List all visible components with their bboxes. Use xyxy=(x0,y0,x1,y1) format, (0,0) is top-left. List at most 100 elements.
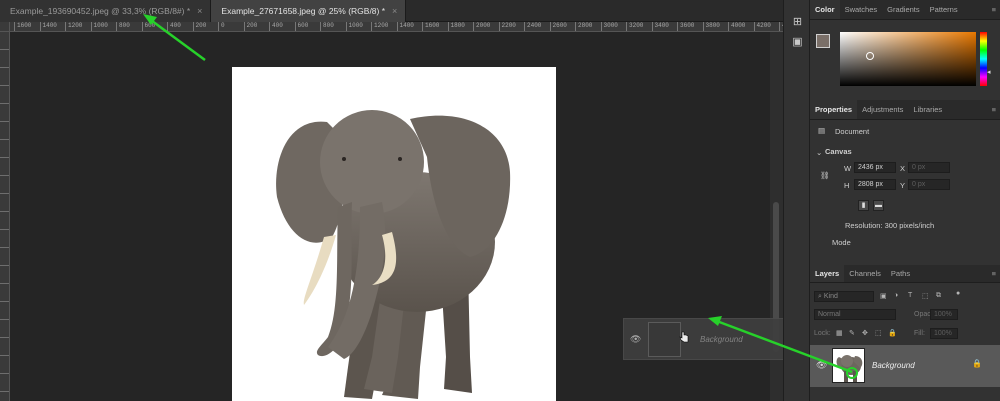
tab-properties[interactable]: Properties xyxy=(810,100,858,119)
tab-paths[interactable]: Paths xyxy=(886,265,915,282)
filter-type-icon[interactable]: T xyxy=(908,292,912,299)
ruler-origin[interactable] xyxy=(0,22,10,32)
ruler-tick-label: 2000 xyxy=(473,22,490,31)
hue-slider-handle[interactable]: ◂ xyxy=(987,68,991,76)
color-picker-field[interactable] xyxy=(840,32,976,86)
ruler-tick-label: 4200 xyxy=(753,22,771,31)
layer-thumbnail-ghost xyxy=(648,322,681,357)
color-picker-ring[interactable] xyxy=(866,52,874,60)
doc-tab-2[interactable]: Example_27671658.jpeg @ 25% (RGB/8) * × xyxy=(211,0,407,22)
lock-icon[interactable]: 🔒 xyxy=(972,359,982,368)
filter-toggle-icon[interactable]: ● xyxy=(956,290,960,297)
tab-color[interactable]: Color xyxy=(810,0,840,19)
lock-artboard-icon[interactable]: ⬚ xyxy=(875,329,882,337)
color-panel: ◂ xyxy=(810,20,1000,98)
layer-name[interactable]: Background xyxy=(872,361,915,370)
layers-panel: Layers Channels Paths ≡ ⌕ Kind ▣ ◑ T ⬚ ⧉… xyxy=(810,265,1000,401)
ruler-tick-label: 400 xyxy=(167,22,181,31)
x-label: X xyxy=(900,164,906,173)
properties-panel: Properties Adjustments Libraries ≡ ▤ Doc… xyxy=(810,100,1000,262)
dragged-layer-name: Background xyxy=(700,335,743,344)
ruler-tick-label: 1000 xyxy=(90,22,108,31)
blend-mode-select[interactable]: Normal xyxy=(814,309,896,320)
panel-menu-icon[interactable]: ≡ xyxy=(988,265,1000,282)
document-icon: ▤ xyxy=(818,126,826,135)
width-field[interactable]: 2436 px xyxy=(854,162,896,173)
ruler-tick-label: 3600 xyxy=(677,22,694,31)
x-field[interactable]: 0 px xyxy=(908,162,950,173)
portrait-orientation-icon[interactable]: ▮ xyxy=(858,200,869,211)
ruler-tick-label: 2200 xyxy=(498,22,516,31)
ruler-tick-label: 600 xyxy=(294,22,308,31)
doc-tab-1-label: Example_193690452.jpeg @ 33,3% (RGB/8#) … xyxy=(10,6,191,16)
ruler-tick-label: 3400 xyxy=(651,22,669,31)
landscape-orientation-icon[interactable]: ▬ xyxy=(873,200,884,211)
ruler-tick-label: 1000 xyxy=(345,22,363,31)
layer-filter-label: Kind xyxy=(823,293,838,300)
document-tab-bar: Example_193690452.jpeg @ 33,3% (RGB/8#) … xyxy=(0,0,783,22)
hue-slider[interactable] xyxy=(980,32,987,86)
doc-tab-2-label: Example_27671658.jpeg @ 25% (RGB/8) * xyxy=(221,6,386,16)
panel-menu-icon[interactable]: ≡ xyxy=(988,100,1000,119)
fill-field[interactable]: 100% xyxy=(930,328,958,339)
ruler-tick-label: 1400 xyxy=(396,22,414,31)
ruler-tick-label: 200 xyxy=(192,22,206,31)
color-panel-tabs: Color Swatches Gradients Patterns ≡ xyxy=(810,0,1000,20)
chevron-down-icon[interactable]: ⌄ xyxy=(816,148,822,157)
ruler-tick-label: 400 xyxy=(269,22,283,31)
ruler-tick-label: 2800 xyxy=(575,22,592,31)
close-icon[interactable]: × xyxy=(197,6,202,16)
ruler-tick-label: 2600 xyxy=(549,22,567,31)
ruler-tick-label: 800 xyxy=(116,22,130,31)
eye-icon[interactable]: 👁 xyxy=(816,360,827,371)
elephant-thumbnail-icon xyxy=(836,355,863,382)
properties-panel-tabs: Properties Adjustments Libraries ≡ xyxy=(810,100,1000,120)
lock-image-icon[interactable]: ✎ xyxy=(849,329,855,337)
foreground-color-swatch[interactable] xyxy=(816,34,830,48)
width-label: W xyxy=(844,164,852,173)
lock-label: Lock: xyxy=(814,330,831,337)
link-icon[interactable]: ⛓ xyxy=(820,171,830,180)
ruler-tick-label: 1600 xyxy=(422,22,439,31)
filter-adjustment-icon[interactable]: ◑ xyxy=(894,292,898,299)
close-icon[interactable]: × xyxy=(392,6,397,16)
filter-pixel-icon[interactable]: ▣ xyxy=(880,292,887,300)
lock-transparent-icon[interactable]: ▦ xyxy=(836,329,843,337)
lock-position-icon[interactable]: ✥ xyxy=(862,329,868,337)
y-field[interactable]: 0 px xyxy=(908,179,950,190)
panel-tool-strip: ⊞ ▣ xyxy=(783,0,810,401)
tab-channels[interactable]: Channels xyxy=(844,265,886,282)
horizontal-ruler[interactable]: 1600 1400 1200 1000 800 600 400 200 0 200 400 600 80… xyxy=(10,22,783,32)
tab-gradients[interactable]: Gradients xyxy=(882,0,925,19)
filter-shape-icon[interactable]: ⬚ xyxy=(922,292,929,300)
panel-menu-icon[interactable]: ≡ xyxy=(988,0,1000,19)
layers-panel-tabs: Layers Channels Paths ≡ xyxy=(810,265,1000,283)
history-icon[interactable]: ⊞ xyxy=(789,14,806,31)
tab-patterns[interactable]: Patterns xyxy=(925,0,963,19)
right-panel-dock: Color Swatches Gradients Patterns ≡ ◂ Pr… xyxy=(810,0,1000,401)
tab-swatches[interactable]: Swatches xyxy=(840,0,883,19)
resolution-text: Resolution: 300 pixels/inch xyxy=(845,221,935,230)
ruler-tick-label: 0 xyxy=(218,22,225,31)
mode-label: Mode xyxy=(832,238,851,247)
document-canvas[interactable] xyxy=(232,67,556,401)
tab-adjustments[interactable]: Adjustments xyxy=(857,100,908,119)
vertical-ruler[interactable] xyxy=(0,32,10,401)
filter-smart-icon[interactable]: ⧉ xyxy=(936,292,941,300)
canvas-section-title: Canvas xyxy=(825,147,852,156)
ruler-tick-label: 800 xyxy=(320,22,334,31)
tab-libraries[interactable]: Libraries xyxy=(908,100,947,119)
hand-cursor-icon xyxy=(679,331,689,343)
opacity-field[interactable]: 100% xyxy=(930,309,958,320)
comments-icon[interactable]: ▣ xyxy=(789,34,806,51)
lock-all-icon[interactable]: 🔒 xyxy=(888,329,897,337)
properties-type-label: Document xyxy=(835,127,870,136)
height-label: H xyxy=(844,181,850,190)
layer-row-background[interactable]: 👁 Background 🔒 xyxy=(810,345,1000,387)
doc-tab-1[interactable]: Example_193690452.jpeg @ 33,3% (RGB/8#) … xyxy=(0,0,212,22)
height-field[interactable]: 2808 px xyxy=(854,179,896,190)
tab-layers[interactable]: Layers xyxy=(810,265,845,282)
ruler-tick-label: 4000 xyxy=(728,22,745,31)
layer-filter-select[interactable]: ⌕ Kind xyxy=(814,291,874,302)
layer-thumbnail[interactable] xyxy=(832,348,865,383)
